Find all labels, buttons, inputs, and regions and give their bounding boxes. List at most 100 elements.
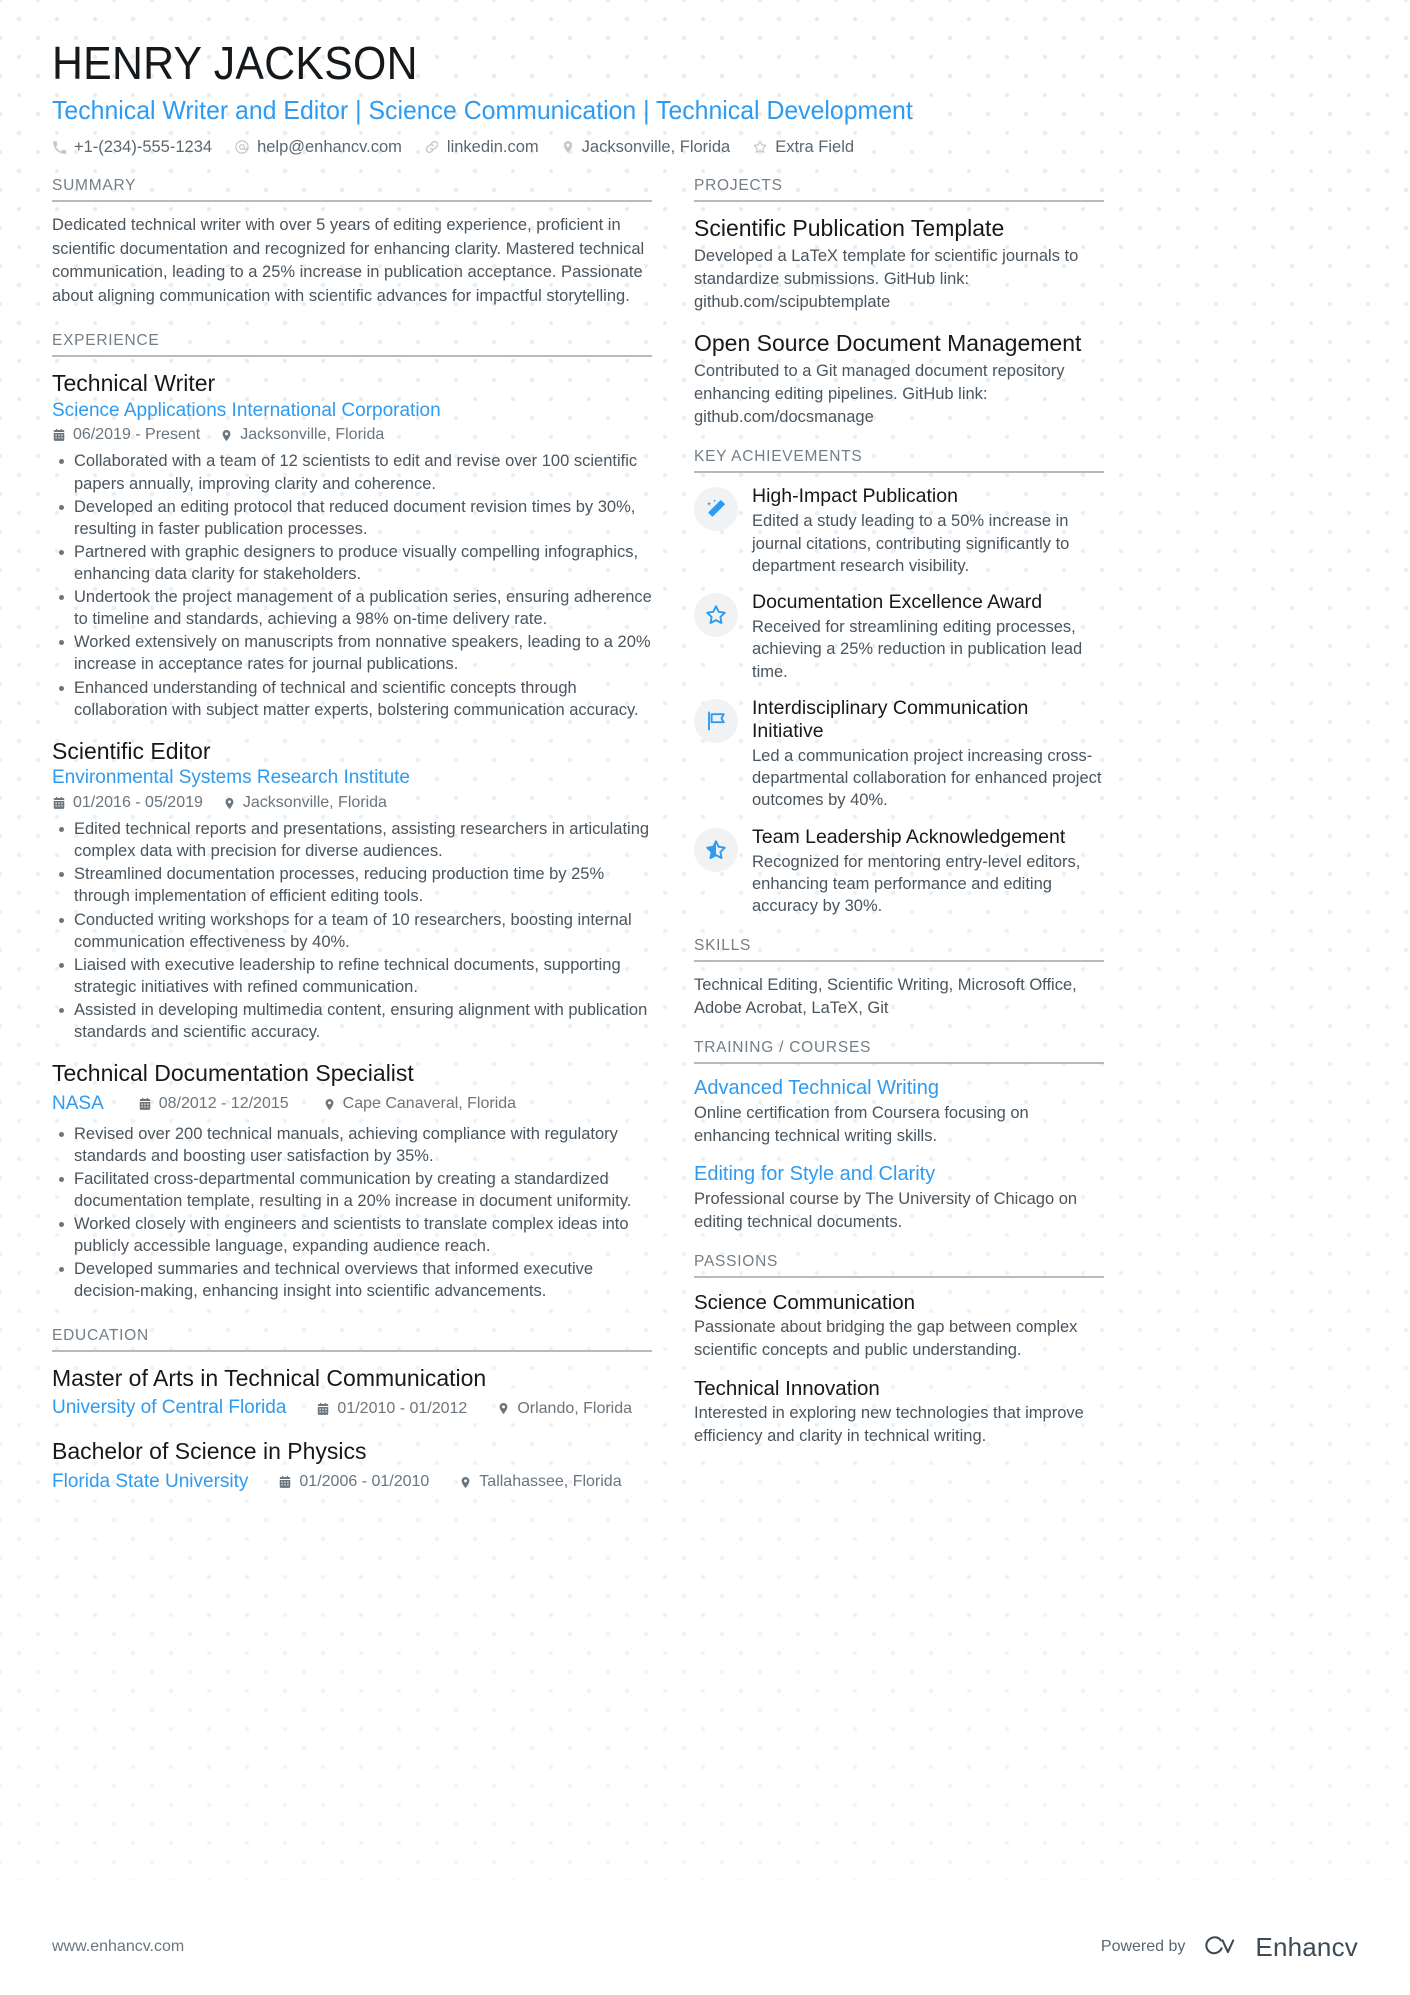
section-skills: SKILLS Technical Editing, Scientific Wri… [694, 937, 1104, 1021]
candidate-name: HENRY JACKSON [52, 37, 418, 89]
bullet-item: Developed summaries and technical overvi… [52, 1258, 652, 1302]
location-icon [497, 1401, 510, 1416]
experience-job-title: Technical Writer [52, 369, 216, 396]
contact-location-text: Jacksonville, Florida [581, 137, 731, 156]
footer-brand-area: Powered by Enhancv [1101, 1934, 1358, 1960]
calendar-icon [138, 1097, 152, 1111]
section-key-achievements-heading: KEY ACHIEVEMENTS [694, 448, 1104, 474]
achievement-description: Received for streamlining editing proces… [752, 618, 1083, 681]
contact-email[interactable]: help@enhancv.com [234, 139, 402, 156]
section-education-heading: EDUCATION [52, 1327, 652, 1352]
location-icon [223, 796, 236, 811]
star-icon [752, 139, 768, 155]
course-item: Editing for Style and Clarity Profession… [694, 1162, 1104, 1234]
section-education: EDUCATION Master of Arts in Technical Co… [52, 1327, 652, 1495]
experience-dates: 06/2019 - Present [52, 426, 200, 444]
experience-bullets: Revised over 200 technical manuals, achi… [52, 1123, 652, 1303]
candidate-headline: Technical Writer and Editor | Science Co… [52, 94, 913, 125]
contact-location[interactable]: Jacksonville, Florida [561, 137, 731, 156]
experience-company: NASA [52, 1093, 104, 1114]
flag-icon [694, 698, 738, 743]
experience-dates: 01/2016 - 05/2019 [52, 794, 203, 812]
section-skills-heading: SKILLS [694, 937, 1104, 962]
phone-icon [52, 140, 67, 155]
section-passions: PASSIONS Science Communication Passionat… [694, 1253, 1104, 1449]
education-entry: Bachelor of Science in Physics Florida S… [52, 1437, 652, 1494]
experience-company: Science Applications International Corpo… [52, 399, 441, 421]
experience-location-text: Jacksonville, Florida [242, 794, 387, 812]
experience-meta: NASA 08/2012 - 12/2015 Cape Canaveral, F… [52, 1092, 652, 1117]
bullet-item: Assisted in developing multimedia conten… [52, 999, 652, 1043]
experience-meta: 06/2019 - Present Jacksonville, Florida [52, 426, 652, 444]
experience-location: Jacksonville, Florida [223, 794, 387, 812]
calendar-icon [52, 796, 66, 810]
section-projects-heading: PROJECTS [694, 177, 1104, 203]
project-description: Developed a LaTeX template for scientifi… [694, 247, 1079, 312]
page-footer: www.enhancv.com Powered by Enhancv [0, 1899, 1410, 1995]
skills-text: Technical Editing, Scientific Writing, M… [694, 975, 1077, 1017]
resume-columns: SUMMARY Dedicated technical writer with … [52, 177, 1358, 1498]
achievement-title: Documentation Excellence Award [752, 591, 1043, 614]
education-dates-text: 01/2010 - 01/2012 [337, 1399, 468, 1417]
education-location: Orlando, Florida [497, 1400, 632, 1418]
contact-phone[interactable]: +1-(234)-555-1234 [52, 139, 212, 156]
experience-location: Jacksonville, Florida [220, 426, 384, 444]
achievement-description: Edited a study leading to a 50% increase… [752, 512, 1070, 575]
course-title[interactable]: Editing for Style and Clarity [694, 1162, 1104, 1187]
section-passions-heading: PASSIONS [694, 1253, 1104, 1278]
achievement-item: Documentation Excellence Award Received … [694, 591, 1104, 683]
passion-title: Technical Innovation [694, 1376, 880, 1400]
section-training-courses: TRAINING / COURSES Advanced Technical Wr… [694, 1039, 1104, 1233]
experience-dates: 08/2012 - 12/2015 [138, 1095, 289, 1113]
enhancv-logo[interactable]: Enhancv [1201, 1934, 1358, 1960]
bullet-item: Partnered with graphic designers to prod… [52, 541, 652, 585]
footer-url[interactable]: www.enhancv.com [52, 1938, 184, 1956]
section-training-courses-heading: TRAINING / COURSES [694, 1039, 1104, 1065]
contact-link[interactable]: linkedin.com [424, 139, 539, 156]
passion-title: Science Communication [694, 1290, 916, 1314]
experience-meta: 01/2016 - 05/2019 Jacksonville, Florida [52, 794, 652, 812]
enhancv-wordmark: Enhancv [1255, 1932, 1358, 1962]
course-title[interactable]: Advanced Technical Writing [694, 1076, 1104, 1101]
contact-extra-field[interactable]: Extra Field [752, 139, 854, 156]
experience-location-text: Jacksonville, Florida [240, 426, 385, 444]
link-icon [424, 139, 440, 155]
location-icon [323, 1097, 336, 1112]
project-item: Open Source Document Management Contribu… [694, 329, 1104, 429]
section-summary-heading: SUMMARY [52, 177, 652, 203]
resume-header: HENRY JACKSON Technical Writer and Edito… [52, 38, 1358, 155]
location-icon [220, 428, 233, 443]
half-star-icon [694, 827, 738, 872]
calendar-icon [278, 1475, 292, 1489]
bullet-item: Edited technical reports and presentatio… [52, 818, 652, 862]
section-key-achievements: KEY ACHIEVEMENTS High-Impact Publication… [694, 448, 1104, 917]
project-title: Scientific Publication Template [694, 215, 1005, 242]
experience-bullets: Collaborated with a team of 12 scientist… [52, 450, 652, 720]
enhancv-mark-icon [1205, 1936, 1235, 1955]
resume-page: HENRY JACKSON Technical Writer and Edito… [0, 0, 1410, 1995]
passion-description: Passionate about bridging the gap betwee… [694, 1318, 1078, 1360]
bullet-item: Worked extensively on manuscripts from n… [52, 631, 652, 675]
bullet-item: Facilitated cross-departmental communica… [52, 1168, 652, 1212]
experience-dates-text: 01/2016 - 05/2019 [73, 794, 203, 812]
course-description: Online certification from Coursera focus… [694, 1104, 1029, 1146]
summary-text: Dedicated technical writer with over 5 y… [52, 216, 645, 305]
education-meta: Florida State University 01/2006 - 01/20… [52, 1470, 652, 1495]
experience-job-title: Scientific Editor [52, 737, 211, 764]
powered-by-label: Powered by [1100, 1938, 1186, 1955]
education-dates-text: 01/2006 - 01/2010 [299, 1473, 430, 1491]
experience-entry: Technical Writer Science Applications In… [52, 369, 652, 721]
achievement-item: Team Leadership Acknowledgement Recogniz… [694, 826, 1104, 918]
section-experience: EXPERIENCE Technical Writer Science Appl… [52, 332, 652, 1303]
project-title: Open Source Document Management [694, 330, 1082, 357]
resume-content: HENRY JACKSON Technical Writer and Edito… [0, 0, 1410, 1498]
experience-dates-text: 08/2012 - 12/2015 [158, 1095, 289, 1113]
location-icon [459, 1475, 472, 1490]
course-item: Advanced Technical Writing Online certif… [694, 1076, 1104, 1148]
bullet-item: Liaised with executive leadership to ref… [52, 954, 652, 998]
education-meta: University of Central Florida 01/2010 - … [52, 1396, 652, 1421]
education-school: Florida State University [52, 1470, 249, 1492]
education-dates: 01/2006 - 01/2010 [278, 1473, 429, 1491]
contact-extra-field-text: Extra Field [775, 137, 855, 156]
achievement-item: Interdisciplinary Communication Initiati… [694, 697, 1104, 812]
